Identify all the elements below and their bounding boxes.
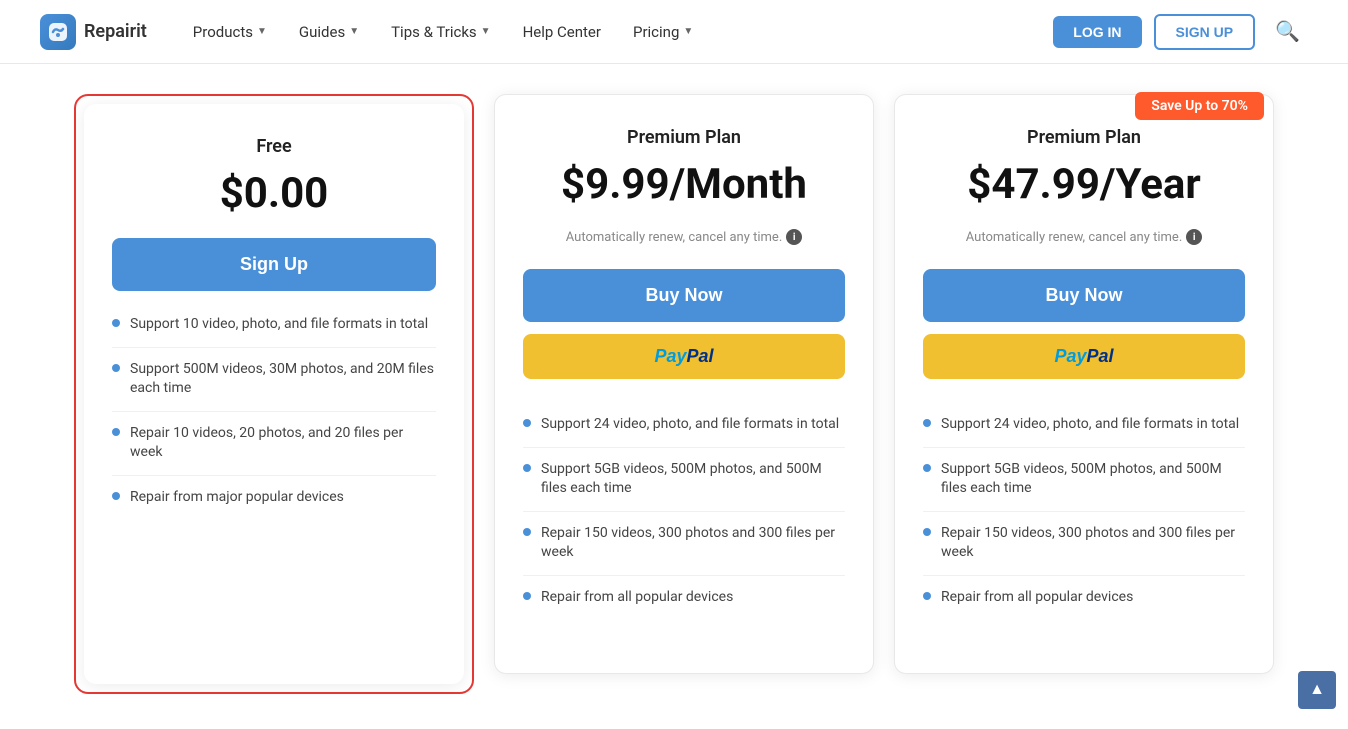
monthly-plan-price: $9.99/Month (523, 160, 845, 209)
paypal-icon-4: Pal (1087, 346, 1114, 366)
feature-dot-icon (112, 492, 120, 500)
yearly-plan-name: Premium Plan (923, 127, 1245, 148)
yearly-plan-card: Premium Plan $47.99/Year Automatically r… (894, 94, 1274, 674)
logo-icon (40, 14, 76, 50)
products-chevron-icon: ▼ (257, 26, 267, 37)
monthly-feature-3: Repair 150 videos, 300 photos and 300 fi… (523, 512, 845, 576)
save-badge: Save Up to 70% (1135, 92, 1264, 120)
tips-chevron-icon: ▼ (481, 26, 491, 37)
feature-dot-icon (112, 364, 120, 372)
yearly-buy-button[interactable]: Buy Now (923, 269, 1245, 322)
feature-dot-icon (523, 592, 531, 600)
scroll-top-button[interactable]: ▲ (1298, 671, 1336, 709)
yearly-features-list: Support 24 video, photo, and file format… (923, 403, 1245, 620)
free-plan-name: Free (112, 136, 436, 157)
monthly-paypal-button[interactable]: PayPal (523, 334, 845, 379)
paypal-icon-3: Pay (1054, 346, 1086, 366)
monthly-feature-1: Support 24 video, photo, and file format… (523, 403, 845, 448)
yearly-feature-4: Repair from all popular devices (923, 576, 1245, 620)
logo-text: Repairit (84, 21, 147, 42)
yearly-feature-3: Repair 150 videos, 300 photos and 300 fi… (923, 512, 1245, 576)
signup-button[interactable]: SIGN UP (1154, 14, 1256, 50)
search-button[interactable]: 🔍 (1267, 15, 1308, 48)
pricing-chevron-icon: ▼ (683, 26, 693, 37)
yearly-paypal-button[interactable]: PayPal (923, 334, 1245, 379)
feature-dot-icon (523, 528, 531, 536)
paypal-icon: Pay (654, 346, 686, 366)
free-plan-wrapper: Free $0.00 Sign Up Support 10 video, pho… (74, 94, 474, 694)
feature-dot-icon (923, 419, 931, 427)
free-plan-card: Free $0.00 Sign Up Support 10 video, pho… (84, 104, 464, 684)
monthly-info-icon: i (786, 229, 802, 245)
feature-dot-icon (923, 464, 931, 472)
feature-dot-icon (523, 419, 531, 427)
yearly-info-icon: i (1186, 229, 1202, 245)
free-plan-price: $0.00 (112, 169, 436, 218)
yearly-feature-2: Support 5GB videos, 500M photos, and 500… (923, 448, 1245, 512)
main-nav: Products ▼ Guides ▼ Tips & Tricks ▼ Help… (179, 15, 1053, 49)
yearly-plan-price: $47.99/Year (923, 160, 1245, 209)
feature-dot-icon (523, 464, 531, 472)
feature-dot-icon (923, 528, 931, 536)
search-icon: 🔍 (1275, 21, 1300, 43)
feature-dot-icon (923, 592, 931, 600)
free-signup-button[interactable]: Sign Up (112, 238, 436, 291)
yearly-feature-1: Support 24 video, photo, and file format… (923, 403, 1245, 448)
guides-chevron-icon: ▼ (349, 26, 359, 37)
header-actions: LOG IN SIGN UP 🔍 (1053, 14, 1308, 50)
monthly-plan-name: Premium Plan (523, 127, 845, 148)
monthly-buy-button[interactable]: Buy Now (523, 269, 845, 322)
monthly-plan-card: Premium Plan $9.99/Month Automatically r… (494, 94, 874, 674)
header: Repairit Products ▼ Guides ▼ Tips & Tric… (0, 0, 1348, 64)
pricing-section: Free $0.00 Sign Up Support 10 video, pho… (0, 64, 1348, 724)
free-feature-2: Support 500M videos, 30M photos, and 20M… (112, 348, 436, 412)
chevron-up-icon: ▲ (1309, 681, 1325, 699)
nav-help[interactable]: Help Center (509, 15, 615, 49)
feature-dot-icon (112, 319, 120, 327)
monthly-feature-2: Support 5GB videos, 500M photos, and 500… (523, 448, 845, 512)
login-button[interactable]: LOG IN (1053, 16, 1141, 48)
nav-guides[interactable]: Guides ▼ (285, 15, 373, 49)
monthly-features-list: Support 24 video, photo, and file format… (523, 403, 845, 620)
nav-products[interactable]: Products ▼ (179, 15, 281, 49)
monthly-feature-4: Repair from all popular devices (523, 576, 845, 620)
monthly-renew-text: Automatically renew, cancel any time. i (523, 229, 845, 245)
logo[interactable]: Repairit (40, 14, 147, 50)
free-feature-1: Support 10 video, photo, and file format… (112, 303, 436, 348)
paypal-icon-2: Pal (687, 346, 714, 366)
feature-dot-icon (112, 428, 120, 436)
free-feature-4: Repair from major popular devices (112, 476, 436, 520)
nav-tips[interactable]: Tips & Tricks ▼ (377, 15, 504, 49)
nav-pricing[interactable]: Pricing ▼ (619, 15, 707, 49)
free-feature-3: Repair 10 videos, 20 photos, and 20 file… (112, 412, 436, 476)
monthly-plan-wrapper: Premium Plan $9.99/Month Automatically r… (494, 94, 874, 674)
free-features-list: Support 10 video, photo, and file format… (112, 303, 436, 520)
yearly-plan-wrapper: Save Up to 70% Premium Plan $47.99/Year … (894, 94, 1274, 674)
yearly-renew-text: Automatically renew, cancel any time. i (923, 229, 1245, 245)
